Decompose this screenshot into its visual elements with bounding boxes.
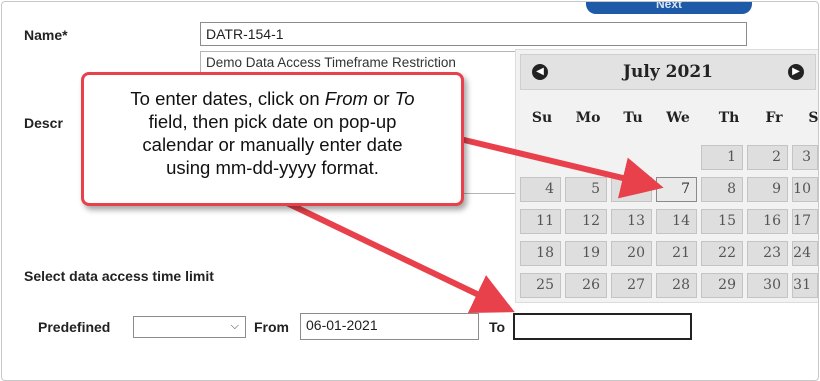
callout-line-3: calendar or manually enter date (142, 134, 403, 155)
calendar-day[interactable]: 7 (656, 177, 697, 202)
from-label: From (254, 319, 289, 335)
calendar-day[interactable]: 31 (792, 273, 818, 298)
calendar-day[interactable]: 29 (701, 273, 743, 298)
calendar-day[interactable]: 22 (701, 241, 743, 266)
calendar-day[interactable]: 9 (747, 177, 788, 202)
calendar-day[interactable]: 24 (792, 241, 818, 266)
calendar-day[interactable]: 2 (747, 145, 788, 170)
datepicker-header: ◀ July 2021 ▶ (520, 54, 816, 90)
calendar-day[interactable]: 13 (611, 209, 652, 234)
weekday-label: Tu (623, 110, 643, 126)
calendar-day[interactable]: 8 (701, 177, 743, 202)
circle-triangle-right-icon[interactable]: ▶ (788, 64, 804, 80)
weekday-label: Mo (575, 110, 601, 126)
calendar-day[interactable]: 15 (701, 209, 743, 234)
callout-line-1: To enter dates, click on From or To (130, 88, 415, 109)
calendar-day[interactable]: 25 (520, 273, 561, 298)
weekday-label: Sa (808, 110, 819, 126)
predefined-label: Predefined (38, 319, 111, 335)
weekday-label: We (666, 110, 690, 126)
datepicker-month-title: July 2021 (623, 62, 713, 82)
callout-line-4: using mm-dd-yyyy format. (166, 157, 379, 178)
calendar-day[interactable]: 1 (701, 145, 743, 170)
next-button[interactable]: Next (586, 2, 752, 14)
to-date-input[interactable] (513, 313, 692, 340)
weekday-label: Su (531, 110, 553, 126)
calendar-day[interactable]: 18 (520, 241, 561, 266)
chevron-down-icon: ⌵ (230, 320, 239, 332)
calendar-day[interactable]: 4 (520, 177, 561, 202)
to-label: To (489, 319, 506, 335)
callout-line-2: field, then pick date on pop-up (148, 111, 397, 132)
calendar-day[interactable]: 14 (656, 209, 697, 234)
calendar-day[interactable]: 30 (747, 273, 788, 298)
calendar-day[interactable]: 6 (611, 177, 652, 202)
arrow-to-to-field (285, 200, 515, 313)
calendar-day[interactable]: 19 (565, 241, 607, 266)
calendar-day[interactable]: 11 (520, 209, 561, 234)
calendar-day[interactable]: 28 (656, 273, 697, 298)
from-date-input[interactable]: 06-01-2021 (300, 313, 479, 340)
calendar-day[interactable]: 16 (747, 209, 788, 234)
weekday-label: Th (718, 110, 740, 126)
calendar-day[interactable]: 26 (565, 273, 607, 298)
description-label: Descr (24, 115, 63, 131)
instruction-callout: To enter dates, click on From or To fiel… (81, 72, 464, 206)
calendar-day[interactable]: 27 (611, 273, 652, 298)
calendar-day[interactable]: 21 (656, 241, 697, 266)
calendar-day[interactable]: 20 (611, 241, 652, 266)
calendar-day[interactable]: 12 (565, 209, 607, 234)
calendar-day[interactable]: 17 (792, 209, 818, 234)
calendar-day[interactable]: 23 (747, 241, 788, 266)
calendar-day[interactable]: 10 (792, 177, 818, 202)
section-title: Select data access time limit (24, 268, 214, 284)
name-input[interactable]: DATR-154-1 (200, 22, 747, 46)
form-panel: Next Name* DATR-154-1 Descr Demo Data Ac… (1, 1, 819, 381)
calendar-day[interactable]: 5 (565, 177, 607, 202)
calendar-day[interactable]: 3 (792, 145, 818, 170)
weekday-label: Fr (765, 110, 783, 126)
datepicker-popup: ◀ July 2021 ▶ SuMoTuWeThFrSa 12345678910… (515, 49, 819, 303)
predefined-select[interactable]: ⌵ (133, 316, 246, 338)
name-label: Name* (24, 27, 68, 43)
